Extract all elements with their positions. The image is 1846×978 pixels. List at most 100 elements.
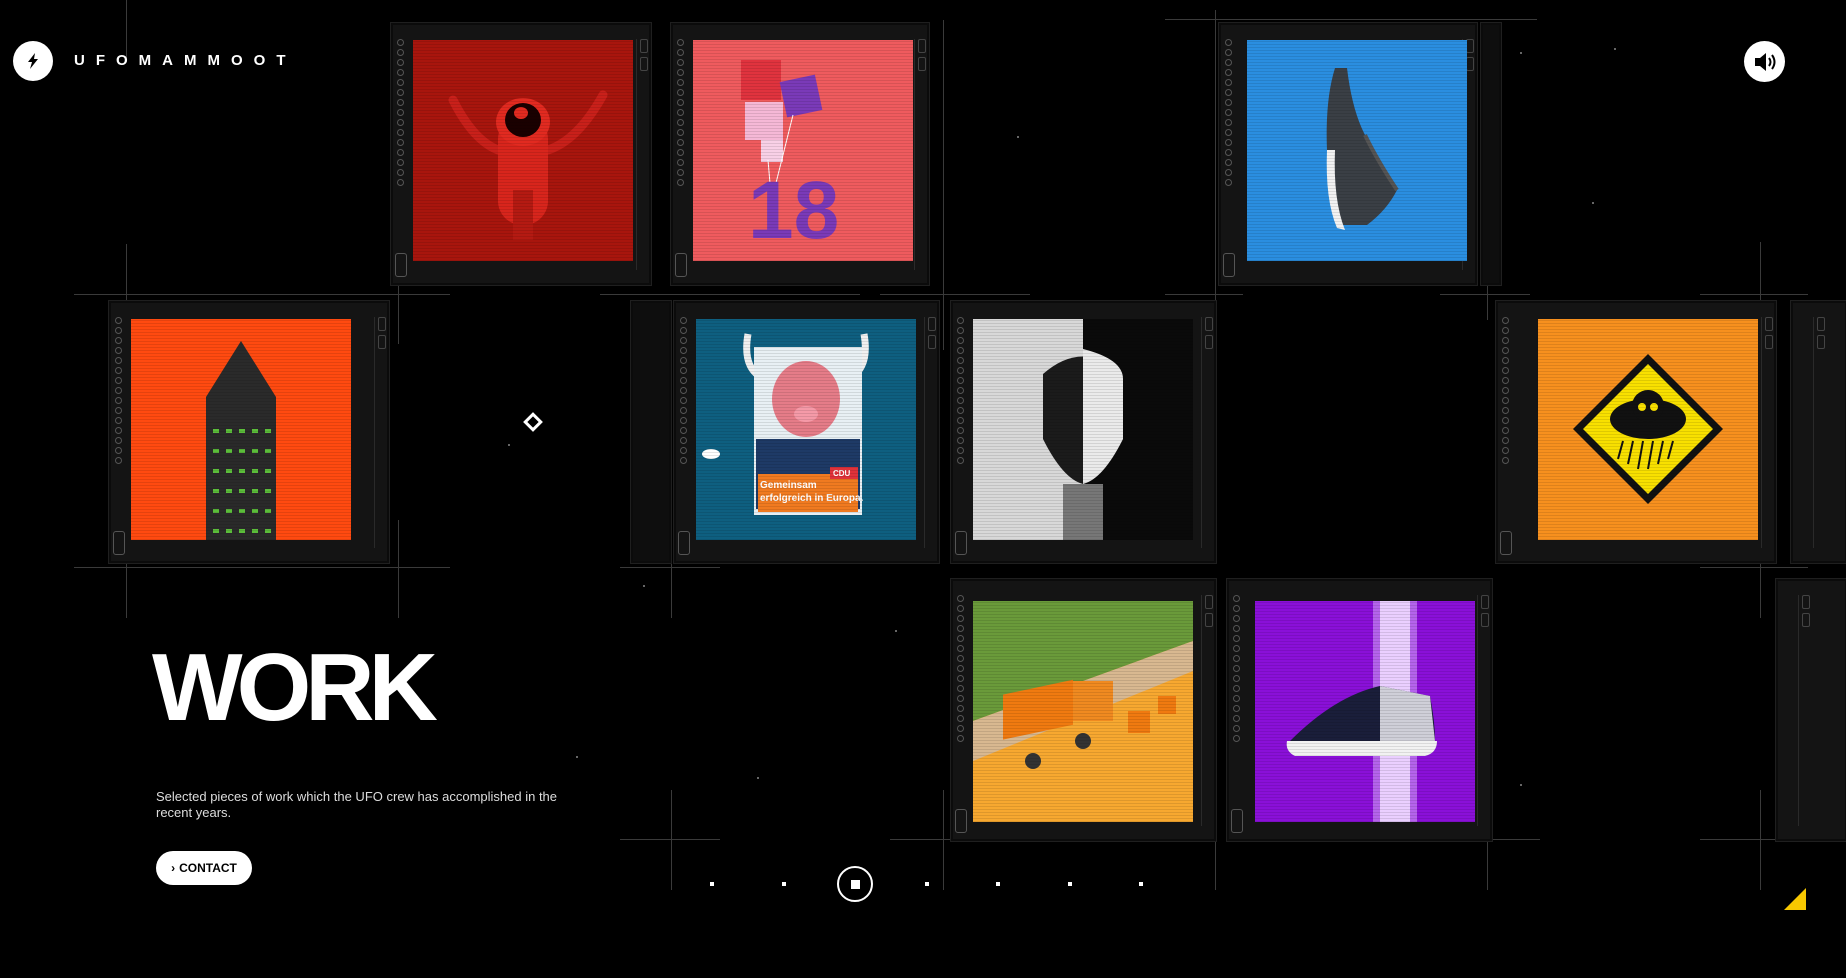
tile-foot (955, 809, 967, 833)
tile-artwork (1538, 319, 1758, 540)
warning-sign-illustration (1538, 319, 1758, 540)
film-holes (115, 317, 125, 464)
face-illustration (973, 319, 1193, 540)
work-stage: 18 Gemeinsam erfolgreich in Europa. CDU … (0, 0, 1846, 978)
grid-line (943, 790, 944, 890)
speaker-icon (1754, 52, 1775, 71)
tile-rail (1201, 595, 1214, 826)
pagination-dot[interactable] (1067, 882, 1072, 886)
film-holes (680, 317, 690, 464)
logo-button[interactable] (13, 41, 53, 81)
grid-line (1700, 294, 1808, 295)
grid-line (1700, 567, 1808, 568)
tile-rail (914, 39, 927, 270)
grid-line (671, 790, 672, 890)
tile-foot (678, 531, 690, 555)
diamond-marker-icon (523, 412, 543, 432)
grid-line (620, 839, 720, 840)
work-tile-partial[interactable] (1775, 578, 1846, 842)
film-holes (957, 317, 967, 464)
star-decoration (576, 756, 578, 758)
grid-line (74, 294, 450, 295)
grid-line (1215, 10, 1216, 310)
tile-artwork (1255, 601, 1475, 822)
film-holes (397, 39, 407, 186)
poster-illustration: Gemeinsam erfolgreich in Europa. CDU (696, 319, 916, 540)
pagination-dot[interactable] (996, 882, 1000, 886)
star-decoration (895, 630, 897, 632)
svg-text:Gemeinsam: Gemeinsam (760, 480, 817, 491)
tile-foot (675, 253, 687, 277)
tile-rail (636, 39, 649, 270)
star-decoration (1614, 48, 1616, 50)
svg-text:erfolgreich in Europa.: erfolgreich in Europa. (760, 493, 864, 504)
tile-rail (1761, 317, 1774, 548)
balloons-illustration: 18 (693, 40, 913, 261)
star-decoration (1017, 136, 1019, 138)
corner-accent-icon (1784, 888, 1806, 910)
grid-line (1440, 294, 1530, 295)
grid-line (1760, 790, 1761, 890)
film-holes (1502, 317, 1512, 464)
tower-illustration (131, 319, 351, 540)
grid-line (600, 294, 860, 295)
work-tile-cdu-poster[interactable]: Gemeinsam erfolgreich in Europa. CDU (673, 300, 940, 564)
star-decoration (643, 585, 645, 587)
work-tile-skull-cloud-sign[interactable] (1495, 300, 1777, 564)
grid-line (1165, 19, 1537, 20)
pagination-dot[interactable] (710, 882, 714, 886)
grid-line (880, 294, 1030, 295)
work-tile-green-tower[interactable] (108, 300, 390, 564)
film-holes (1233, 595, 1243, 742)
work-tile-delivery-trucks[interactable] (950, 578, 1217, 842)
trucks-illustration (973, 601, 1193, 822)
star-decoration (757, 777, 759, 779)
tile-rail (1813, 317, 1826, 548)
grid-line (943, 20, 944, 350)
grid-line (126, 0, 127, 58)
sound-toggle-button[interactable] (1744, 41, 1785, 82)
lightning-bolt-icon (28, 53, 38, 69)
sneaker-beam-illustration (1255, 601, 1475, 822)
work-tile-grey-sneaker[interactable] (1218, 22, 1478, 286)
grid-line (1487, 280, 1488, 320)
pagination-dot[interactable] (924, 882, 929, 886)
star-decoration (508, 444, 510, 446)
tile-artwork: Gemeinsam erfolgreich in Europa. CDU (696, 319, 916, 540)
sneaker-illustration (1247, 40, 1467, 261)
contact-button-label: CONTACT (179, 861, 237, 875)
work-tile-purple-sneaker[interactable] (1226, 578, 1493, 842)
pagination-dot-active[interactable] (837, 866, 873, 902)
pagination-dot[interactable] (1139, 882, 1143, 886)
pagination-dot-marker (850, 879, 860, 889)
work-tile-partial[interactable] (1790, 300, 1846, 564)
tile-foot (955, 531, 967, 555)
tile-foot (1231, 809, 1243, 833)
red-creature-illustration (413, 40, 633, 261)
pagination-dot[interactable] (781, 882, 786, 886)
tile-foot (1223, 253, 1235, 277)
tile-artwork (131, 319, 351, 540)
tile-artwork (973, 601, 1193, 822)
tile-rail (374, 317, 387, 548)
work-tile-split-face[interactable] (950, 300, 1217, 564)
grid-line (1165, 294, 1243, 295)
tile-foot (1500, 531, 1512, 555)
tile-artwork (1247, 40, 1467, 261)
work-tile-balloons-18[interactable]: 18 (670, 22, 930, 286)
work-tile-partial[interactable] (630, 300, 672, 564)
tile-label-18: 18 (748, 165, 839, 256)
star-decoration (1592, 202, 1594, 204)
star-decoration (1520, 52, 1522, 54)
work-tile-partial[interactable] (1480, 22, 1502, 286)
film-holes (957, 595, 967, 742)
brand-name[interactable]: UFOMAMMOOT (74, 52, 296, 69)
grid-line (74, 567, 450, 568)
contact-button[interactable]: › CONTACT (156, 851, 252, 885)
chevron-right-icon: › (171, 861, 176, 875)
section-description: Selected pieces of work which the UFO cr… (156, 789, 558, 820)
film-holes (677, 39, 687, 186)
tile-foot (395, 253, 407, 277)
work-tile-red-creature[interactable] (390, 22, 652, 286)
tile-artwork: 18 (693, 40, 913, 261)
